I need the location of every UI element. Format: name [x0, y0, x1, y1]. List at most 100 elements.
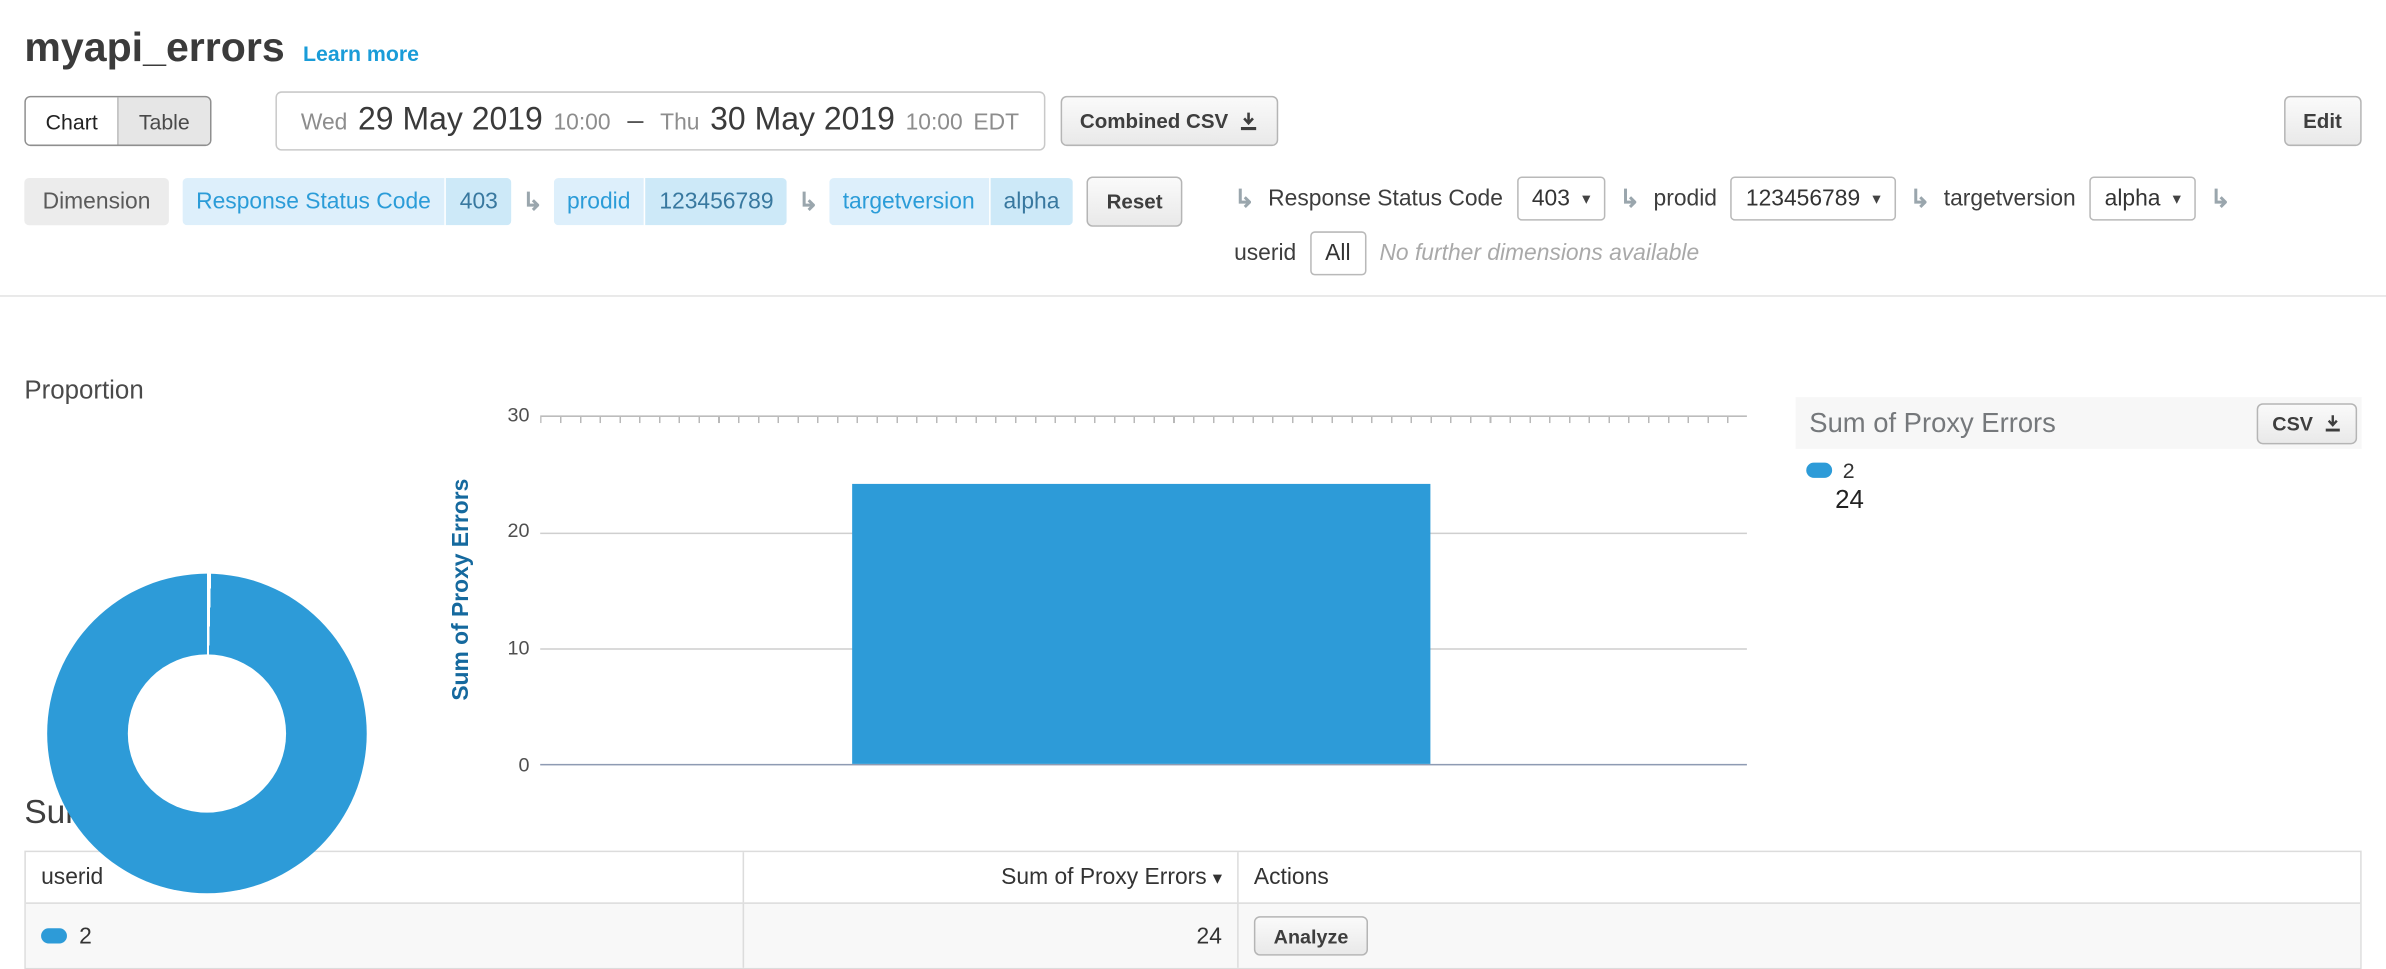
selector-name-userid: userid: [1234, 240, 1296, 266]
toolbar: Chart Table Wed 29 May 2019 10:00 – Thu …: [24, 91, 2361, 150]
tab-table[interactable]: Table: [118, 97, 210, 144]
combined-csv-button[interactable]: Combined CSV: [1060, 96, 1278, 146]
selector-name-prodid: prodid: [1654, 186, 1717, 212]
dimension-breadcrumb: Dimension Response Status Code 403 ↳ pro…: [24, 177, 1182, 227]
combined-csv-label: Combined CSV: [1080, 110, 1228, 133]
breadcrumb-value: 403: [446, 178, 511, 225]
branch-arrow-icon: ↳: [798, 186, 818, 216]
summary-table: userid Sum of Proxy Errors ▾ Actions 2 2…: [24, 851, 2361, 969]
breadcrumb-chip-targetversion[interactable]: targetversion alpha: [829, 178, 1073, 225]
legend-title: Sum of Proxy Errors: [1809, 407, 2056, 439]
charts-section: Proportion Sum of Proxy Errors 30 20 10 …: [0, 297, 2386, 781]
select-prodid[interactable]: 123456789 ▾: [1731, 177, 1896, 221]
dimension-selector-line: userid All No further dimensions availab…: [1234, 231, 2230, 275]
caret-down-icon: ▾: [1872, 189, 1880, 209]
series-swatch: [41, 928, 67, 943]
legend-swatch: [1806, 463, 1832, 478]
cell-sum: 24: [743, 904, 1238, 968]
userid-all-button[interactable]: All: [1310, 231, 1366, 275]
y-axis-title: Sum of Proxy Errors: [448, 415, 474, 765]
bar-chart-plot-area: [540, 415, 1747, 765]
download-icon: [1239, 111, 1259, 131]
analyze-button[interactable]: Analyze: [1254, 916, 1368, 956]
proportion-label: Proportion: [24, 376, 143, 406]
csv-button[interactable]: CSV: [2257, 402, 2357, 443]
page-title: myapi_errors: [24, 24, 284, 71]
start-day-of-week: Wed: [301, 110, 348, 136]
donut-chart: [24, 428, 426, 773]
y-tick-label: 20: [466, 519, 530, 543]
dimension-selectors: ↳ Response Status Code 403 ▾ ↳ prodid 12…: [1234, 177, 2230, 276]
selected-value: 403: [1532, 186, 1570, 212]
view-toggle: Chart Table: [24, 96, 211, 146]
caret-down-icon: ▾: [1582, 189, 1590, 209]
breadcrumb-chip-response-status-code[interactable]: Response Status Code 403: [182, 178, 511, 225]
breadcrumb-name: Response Status Code: [182, 178, 444, 225]
edit-label: Edit: [2303, 110, 2342, 133]
cell-userid: 2: [26, 904, 743, 968]
page-header: myapi_errors Learn more: [0, 0, 2386, 72]
selected-value: 123456789: [1746, 186, 1860, 212]
userid-value: 2: [79, 923, 92, 949]
bar-rect: [852, 484, 1430, 764]
end-time: 10:00: [906, 110, 963, 136]
x-axis-line: [540, 764, 1747, 766]
learn-more-link[interactable]: Learn more: [303, 41, 419, 65]
column-header-actions: Actions: [1237, 852, 2360, 902]
y-tick-label: 30: [466, 403, 530, 427]
dimension-selector-line: ↳ Response Status Code 403 ▾ ↳ prodid 12…: [1234, 177, 2230, 221]
selected-value: All: [1325, 240, 1350, 266]
breadcrumb-value: 123456789: [646, 178, 788, 225]
donut-ring: [47, 574, 367, 894]
legend-header: Sum of Proxy Errors CSV: [1796, 397, 2362, 449]
branch-arrow-icon: ↳: [1910, 183, 1930, 213]
selected-value: alpha: [2105, 186, 2161, 212]
date-range-separator: –: [627, 105, 643, 138]
edit-button[interactable]: Edit: [2283, 96, 2361, 146]
summary-table-header: userid Sum of Proxy Errors ▾ Actions: [26, 852, 2360, 902]
end-date: 30 May 2019: [710, 102, 895, 139]
gridline-30: [540, 415, 1747, 417]
donut-hole: [128, 654, 286, 812]
breadcrumb-value: alpha: [990, 178, 1073, 225]
selector-name-targetversion: targetversion: [1944, 186, 2076, 212]
branch-arrow-icon: ↳: [522, 186, 542, 216]
column-header-sum-of-proxy-errors[interactable]: Sum of Proxy Errors ▾: [743, 852, 1238, 902]
csv-label: CSV: [2272, 412, 2313, 435]
download-icon: [2324, 414, 2342, 432]
table-row: 2 24 Analyze: [26, 902, 2360, 967]
y-tick-label: 10: [466, 636, 530, 660]
breadcrumb-name: targetversion: [829, 178, 988, 225]
legend-series-value: 24: [1835, 485, 1864, 515]
start-date: 29 May 2019: [358, 102, 543, 139]
select-response-status-code[interactable]: 403 ▾: [1517, 177, 1606, 221]
breadcrumb: Response Status Code 403 ↳ prodid 123456…: [182, 178, 1073, 225]
breadcrumb-name: prodid: [553, 178, 644, 225]
breadcrumb-chip-prodid[interactable]: prodid 123456789: [553, 178, 787, 225]
branch-arrow-icon: ↳: [1619, 183, 1639, 213]
sum-value: 24: [1197, 923, 1222, 949]
column-header-label: Sum of Proxy Errors: [1001, 864, 1206, 890]
legend-series-name: 2: [1843, 458, 1855, 482]
summary-title: Summary: [24, 793, 2361, 833]
reset-label: Reset: [1107, 190, 1163, 213]
date-range-picker[interactable]: Wed 29 May 2019 10:00 – Thu 30 May 2019 …: [275, 91, 1045, 150]
reset-button[interactable]: Reset: [1087, 177, 1183, 227]
cell-actions: Analyze: [1237, 904, 2360, 968]
y-tick-label: 0: [466, 753, 530, 777]
analyze-label: Analyze: [1274, 924, 1349, 947]
branch-arrow-icon: ↳: [2210, 183, 2230, 213]
dimension-bar: Dimension Response Status Code 403 ↳ pro…: [24, 177, 2361, 276]
legend-item: 2: [1806, 458, 1854, 482]
timezone-label: EDT: [973, 110, 1019, 136]
sort-desc-icon: ▾: [1213, 867, 1222, 888]
start-time: 10:00: [553, 110, 610, 136]
no-further-dimensions-text: No further dimensions available: [1379, 240, 1699, 266]
end-day-of-week: Thu: [660, 110, 699, 136]
select-targetversion[interactable]: alpha ▾: [2089, 177, 2196, 221]
selector-name-response-status-code: Response Status Code: [1268, 186, 1503, 212]
caret-down-icon: ▾: [2173, 189, 2181, 209]
tab-chart[interactable]: Chart: [26, 97, 118, 144]
dimension-label: Dimension: [24, 178, 168, 225]
report-page: myapi_errors Learn more Chart Table Wed …: [0, 0, 2386, 968]
